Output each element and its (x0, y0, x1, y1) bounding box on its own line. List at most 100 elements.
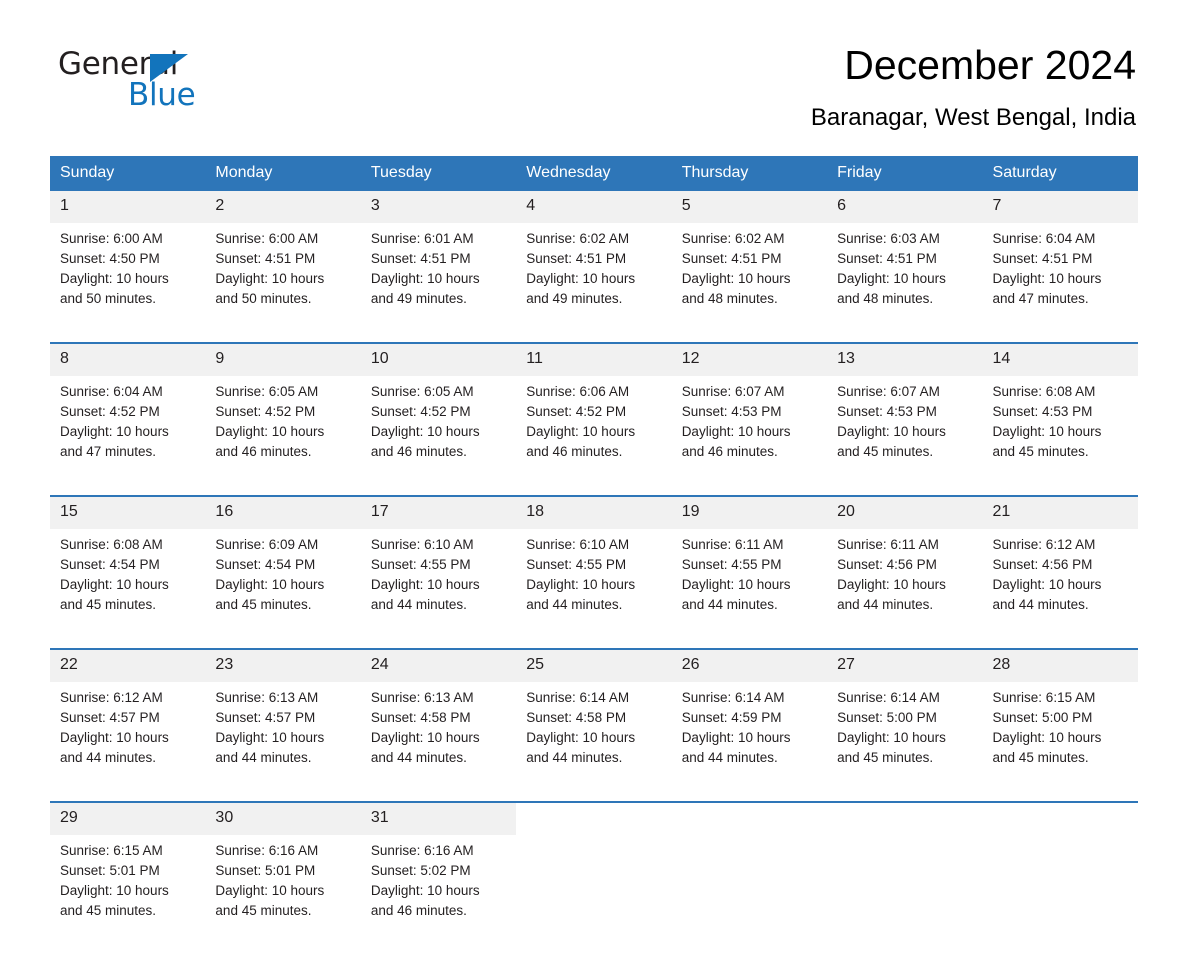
logo-text-blue: Blue (128, 77, 196, 113)
day-cell[interactable]: Sunrise: 6:12 AM Sunset: 4:57 PM Daylight:… (50, 682, 206, 802)
empty-day-cell (516, 835, 672, 954)
day-cell[interactable]: Sunrise: 6:08 AM Sunset: 4:53 PM Daylight:… (982, 376, 1138, 496)
daylight-text-line1: Daylight: 10 hours (681, 271, 791, 287)
day-number[interactable]: 17 (360, 497, 517, 530)
day-cell[interactable]: Sunrise: 6:16 AM Sunset: 5:01 PM Daylight:… (205, 835, 361, 954)
date-number-row: 22 23 24 25 26 27 28 (50, 650, 1138, 683)
day-cell[interactable]: Sunrise: 6:14 AM Sunset: 4:59 PM Daylight:… (671, 682, 828, 802)
location-subtitle: Baranagar, West Bengal, India (810, 104, 1136, 132)
day-cell[interactable]: Sunrise: 6:16 AM Sunset: 5:02 PM Daylight:… (360, 835, 517, 954)
day-number[interactable]: 30 (205, 803, 361, 836)
weekday-header-tuesday: Tuesday (360, 156, 517, 192)
day-detail-row: Sunrise: 6:12 AM Sunset: 4:57 PM Daylight:… (50, 682, 1138, 802)
day-number[interactable]: 14 (982, 344, 1138, 377)
day-number[interactable]: 9 (205, 344, 361, 377)
sunrise-text: Sunrise: 6:12 AM (992, 537, 1096, 553)
day-number[interactable]: 24 (360, 650, 517, 683)
day-cell[interactable]: Sunrise: 6:02 AM Sunset: 4:51 PM Daylight:… (516, 223, 672, 343)
day-number[interactable]: 20 (827, 497, 983, 530)
daylight-text-line1: Daylight: 10 hours (60, 883, 169, 899)
day-cell[interactable]: Sunrise: 6:07 AM Sunset: 4:53 PM Daylight:… (827, 376, 983, 496)
day-number[interactable]: 6 (827, 191, 983, 224)
day-cell[interactable]: Sunrise: 6:13 AM Sunset: 4:58 PM Daylight:… (360, 682, 517, 802)
day-cell[interactable]: Sunrise: 6:08 AM Sunset: 4:54 PM Daylight:… (50, 529, 206, 649)
day-number[interactable]: 19 (671, 497, 828, 530)
daylight-text-line1: Daylight: 10 hours (370, 577, 480, 593)
day-cell[interactable]: Sunrise: 6:00 AM Sunset: 4:50 PM Daylight:… (50, 223, 206, 343)
date-number-row: 15 16 17 18 19 20 21 (50, 497, 1138, 530)
day-cell[interactable]: Sunrise: 6:12 AM Sunset: 4:56 PM Daylight:… (982, 529, 1138, 649)
day-cell[interactable]: Sunrise: 6:11 AM Sunset: 4:56 PM Daylight:… (827, 529, 983, 649)
weekday-header-monday: Monday (205, 156, 361, 192)
daylight-text-line2: and 50 minutes. (215, 291, 312, 307)
day-cell[interactable]: Sunrise: 6:14 AM Sunset: 4:58 PM Daylight:… (516, 682, 672, 802)
generalblue-logo[interactable]: General Blue (50, 44, 230, 114)
day-number[interactable]: 4 (516, 191, 672, 224)
sunrise-text: Sunrise: 6:14 AM (526, 690, 630, 706)
day-cell[interactable]: Sunrise: 6:10 AM Sunset: 4:55 PM Daylight:… (360, 529, 517, 649)
day-number[interactable]: 1 (50, 191, 206, 224)
daylight-text-line2: and 46 minutes. (370, 444, 467, 460)
day-cell[interactable]: Sunrise: 6:15 AM Sunset: 5:00 PM Daylight:… (982, 682, 1138, 802)
day-number[interactable]: 29 (50, 803, 206, 836)
day-cell[interactable]: Sunrise: 6:02 AM Sunset: 4:51 PM Daylight:… (671, 223, 828, 343)
day-cell[interactable]: Sunrise: 6:10 AM Sunset: 4:55 PM Daylight:… (516, 529, 672, 649)
sunrise-text: Sunrise: 6:02 AM (681, 231, 785, 247)
day-cell[interactable]: Sunrise: 6:04 AM Sunset: 4:51 PM Daylight:… (982, 223, 1138, 343)
sunset-text: Sunset: 4:51 PM (526, 251, 627, 267)
day-number[interactable]: 8 (50, 344, 206, 377)
day-number[interactable]: 3 (360, 191, 517, 224)
day-cell[interactable]: Sunrise: 6:09 AM Sunset: 4:54 PM Daylight:… (205, 529, 361, 649)
day-cell[interactable]: Sunrise: 6:07 AM Sunset: 4:53 PM Daylight:… (671, 376, 828, 496)
day-number[interactable]: 13 (827, 344, 983, 377)
sunrise-text: Sunrise: 6:10 AM (370, 537, 474, 553)
day-number[interactable]: 2 (205, 191, 361, 224)
day-cell[interactable]: Sunrise: 6:04 AM Sunset: 4:52 PM Daylight:… (50, 376, 206, 496)
day-number[interactable]: 7 (982, 191, 1138, 224)
day-number[interactable]: 16 (205, 497, 361, 530)
daylight-text-line1: Daylight: 10 hours (837, 271, 946, 287)
daylight-text-line2: and 45 minutes. (992, 444, 1089, 460)
sunrise-text: Sunrise: 6:15 AM (60, 843, 163, 859)
day-number[interactable]: 22 (50, 650, 206, 683)
day-number[interactable]: 18 (516, 497, 672, 530)
day-cell[interactable]: Sunrise: 6:01 AM Sunset: 4:51 PM Daylight:… (360, 223, 517, 343)
day-number[interactable]: 10 (360, 344, 517, 377)
sunrise-text: Sunrise: 6:05 AM (215, 384, 319, 400)
day-cell[interactable]: Sunrise: 6:14 AM Sunset: 5:00 PM Daylight:… (827, 682, 983, 802)
day-number[interactable]: 25 (516, 650, 672, 683)
page-header: General Blue December 2024 Baranagar, We… (50, 0, 1138, 132)
day-cell[interactable]: Sunrise: 6:00 AM Sunset: 4:51 PM Daylight:… (205, 223, 361, 343)
day-cell[interactable]: Sunrise: 6:03 AM Sunset: 4:51 PM Daylight:… (827, 223, 983, 343)
daylight-text-line1: Daylight: 10 hours (992, 424, 1102, 440)
weekday-header-saturday: Saturday (982, 156, 1138, 192)
day-number[interactable]: 27 (827, 650, 983, 683)
sunset-text: Sunset: 4:52 PM (526, 404, 627, 420)
day-number[interactable]: 21 (982, 497, 1138, 530)
day-cell[interactable]: Sunrise: 6:13 AM Sunset: 4:57 PM Daylight:… (205, 682, 361, 802)
sunset-text: Sunset: 4:53 PM (992, 404, 1093, 420)
weekday-header-wednesday: Wednesday (516, 156, 672, 192)
day-cell[interactable]: Sunrise: 6:11 AM Sunset: 4:55 PM Daylight:… (671, 529, 828, 649)
day-number[interactable]: 15 (50, 497, 206, 530)
day-number[interactable]: 5 (671, 191, 828, 224)
day-cell[interactable]: Sunrise: 6:15 AM Sunset: 5:01 PM Daylight:… (50, 835, 206, 954)
day-number[interactable]: 26 (671, 650, 828, 683)
empty-day-number (671, 803, 828, 836)
day-cell[interactable]: Sunrise: 6:06 AM Sunset: 4:52 PM Daylight:… (516, 376, 672, 496)
day-number[interactable]: 23 (205, 650, 361, 683)
day-number[interactable]: 11 (516, 344, 672, 377)
weekday-header-thursday: Thursday (671, 156, 828, 192)
day-number[interactable]: 12 (671, 344, 828, 377)
calendar-body: 1 2 3 4 5 6 7 Sunrise: 6:00 AM Sunset: 4:50 PM Da… (50, 191, 1138, 954)
daylight-text-line1: Daylight: 10 hours (837, 424, 946, 440)
weekday-header-friday: Friday (827, 156, 983, 192)
day-cell[interactable]: Sunrise: 6:05 AM Sunset: 4:52 PM Daylight:… (360, 376, 517, 496)
daylight-text-line2: and 44 minutes. (681, 750, 778, 766)
sunset-text: Sunset: 4:53 PM (837, 404, 937, 420)
sunset-text: Sunset: 4:52 PM (60, 404, 160, 420)
day-number[interactable]: 28 (982, 650, 1138, 683)
sunset-text: Sunset: 4:54 PM (215, 557, 316, 573)
day-cell[interactable]: Sunrise: 6:05 AM Sunset: 4:52 PM Daylight:… (205, 376, 361, 496)
day-number[interactable]: 31 (360, 803, 517, 836)
